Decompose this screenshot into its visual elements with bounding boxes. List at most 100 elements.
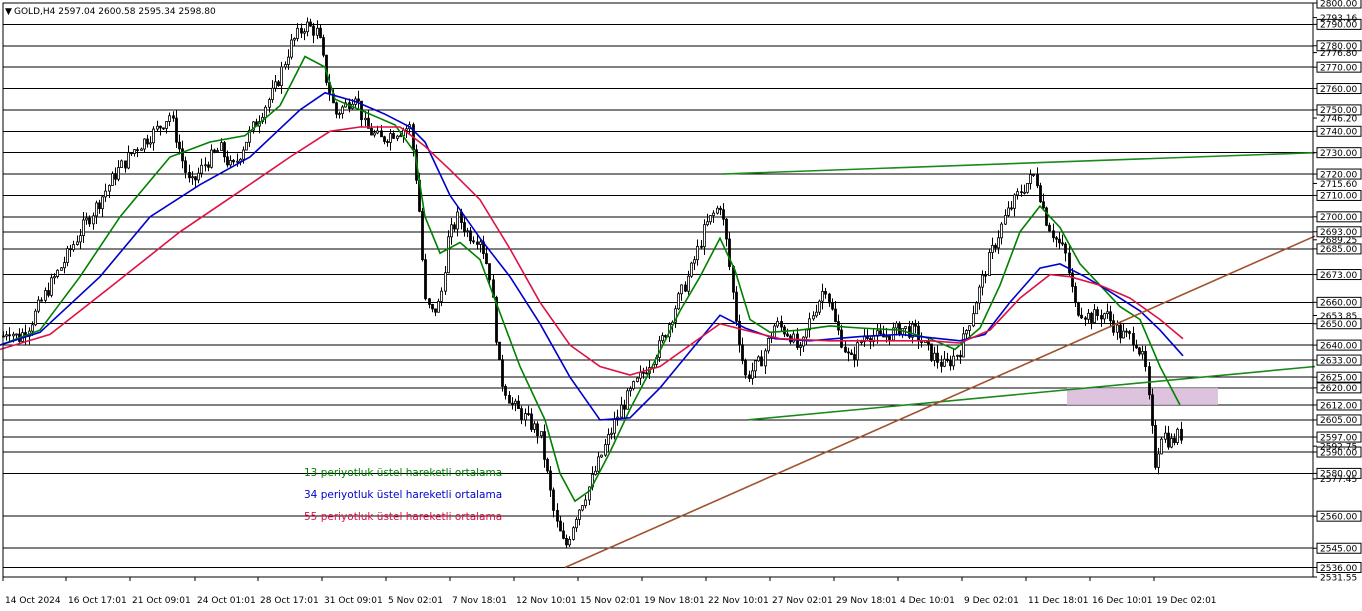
candle-body [44, 290, 47, 301]
candle-body [1052, 230, 1055, 239]
candle-body [440, 290, 443, 302]
candle-body [274, 81, 277, 89]
candle-body [700, 245, 703, 248]
candle-body [338, 113, 341, 116]
candle-body [693, 259, 696, 264]
x-tick-label: 21 Oct 09:01 [132, 596, 191, 606]
candle-body [136, 149, 139, 151]
candle-body [181, 148, 184, 162]
x-tick-label: 19 Dec 02:01 [1156, 596, 1217, 606]
candle-body [63, 262, 66, 269]
candle-body [1144, 351, 1147, 368]
symbol-header: GOLD,H4 2597.04 2600.58 2595.34 2598.80 [14, 7, 216, 17]
candle-body [210, 149, 213, 168]
candle-body [498, 341, 501, 361]
candle-body [162, 127, 165, 130]
candle-body [834, 308, 837, 322]
legend-label: 55 periyotluk üstel hareketli ortalama [304, 511, 502, 523]
candle-body [735, 291, 738, 322]
candle-body [220, 142, 223, 151]
y-tick-label: 2620.00 [1320, 384, 1357, 394]
candle-body [565, 537, 568, 546]
candle-body [767, 337, 770, 352]
x-tick-label: 5 Nov 02:01 [388, 596, 443, 606]
candle-body [940, 361, 943, 367]
candle-body [287, 56, 290, 65]
supply-zone [1067, 387, 1218, 405]
candle-body [786, 333, 789, 337]
candle-body [556, 510, 559, 522]
candle-body [447, 236, 450, 274]
candle-body [719, 207, 722, 211]
candle-body [184, 160, 187, 173]
candle-body [159, 125, 162, 129]
candle-body [178, 141, 181, 150]
candle-body [1071, 272, 1074, 287]
candle-body [386, 141, 389, 143]
candle-body [696, 245, 699, 261]
candle-body [709, 215, 712, 223]
candle-body [885, 335, 888, 338]
candle-body [824, 291, 827, 295]
candle-body [597, 456, 600, 472]
candle-body [95, 202, 98, 217]
candle-body [821, 291, 824, 302]
candle-body [12, 333, 15, 337]
candle-body [1096, 309, 1099, 316]
candle-body [562, 530, 565, 539]
candle-body [424, 259, 427, 300]
candle-body [914, 323, 917, 327]
candle-body [1010, 207, 1013, 210]
candle-body [92, 215, 95, 225]
candle-body [1103, 313, 1106, 320]
candle-body [936, 352, 939, 363]
candle-body [1048, 224, 1051, 232]
candle-body [706, 221, 709, 226]
candle-body [293, 38, 296, 41]
candle-body [1132, 333, 1135, 346]
price-chart[interactable]: 2800.002790.002780.002770.002760.002750.… [0, 0, 1362, 611]
y-tick-label: 2653.85 [1320, 312, 1357, 322]
x-tick-label: 15 Nov 02:01 [580, 596, 641, 606]
grid-lines [3, 2, 1313, 568]
candle-body [514, 400, 517, 404]
candle-body [994, 244, 997, 249]
candle-body [1100, 315, 1103, 320]
candle-body [434, 308, 437, 313]
candle-body [117, 167, 120, 180]
candle-body [380, 130, 383, 138]
candle-body [632, 381, 635, 390]
candle-body [828, 293, 831, 304]
candle-body [130, 152, 133, 155]
candle-body [236, 160, 239, 163]
y-tick-label: 2800.00 [1320, 0, 1357, 9]
y-tick-label: 2746.20 [1320, 114, 1357, 124]
candle-body [552, 489, 555, 511]
y-tick-label: 2760.00 [1320, 85, 1357, 95]
candle-body [1093, 309, 1096, 323]
candle-body [748, 374, 751, 379]
candle-body [1055, 237, 1058, 240]
candle-body [34, 310, 37, 326]
candle-body [543, 431, 546, 460]
y-tick-label: 2793.16 [1320, 14, 1357, 24]
candle-body [197, 172, 200, 181]
y-tick-label: 2633.00 [1320, 356, 1357, 366]
candle-body [1039, 185, 1042, 203]
price-axis[interactable]: 2800.002790.002780.002770.002760.002750.… [1313, 0, 1362, 583]
candle-body [56, 269, 59, 277]
candle-body [978, 286, 981, 304]
candle-body [1000, 223, 1003, 239]
x-tick-label: 7 Nov 18:01 [452, 596, 507, 606]
candle-body [520, 408, 523, 421]
time-axis[interactable]: 14 Oct 2024 16 Oct 17:01 21 Oct 09:01 24 Oc… [2, 577, 1217, 606]
candle-body [306, 21, 309, 33]
candle-body [1138, 347, 1141, 355]
y-tick-label: 2545.00 [1320, 545, 1357, 555]
candle-body [383, 136, 386, 142]
candle-body [284, 64, 287, 68]
x-tick-label: 22 Nov 10:01 [708, 596, 769, 606]
candle-body [1157, 453, 1160, 468]
collapse-triangle-icon[interactable]: ▼ [5, 7, 12, 17]
legend: 13 periyotluk üstel hareketli ortalama 34… [304, 467, 502, 523]
